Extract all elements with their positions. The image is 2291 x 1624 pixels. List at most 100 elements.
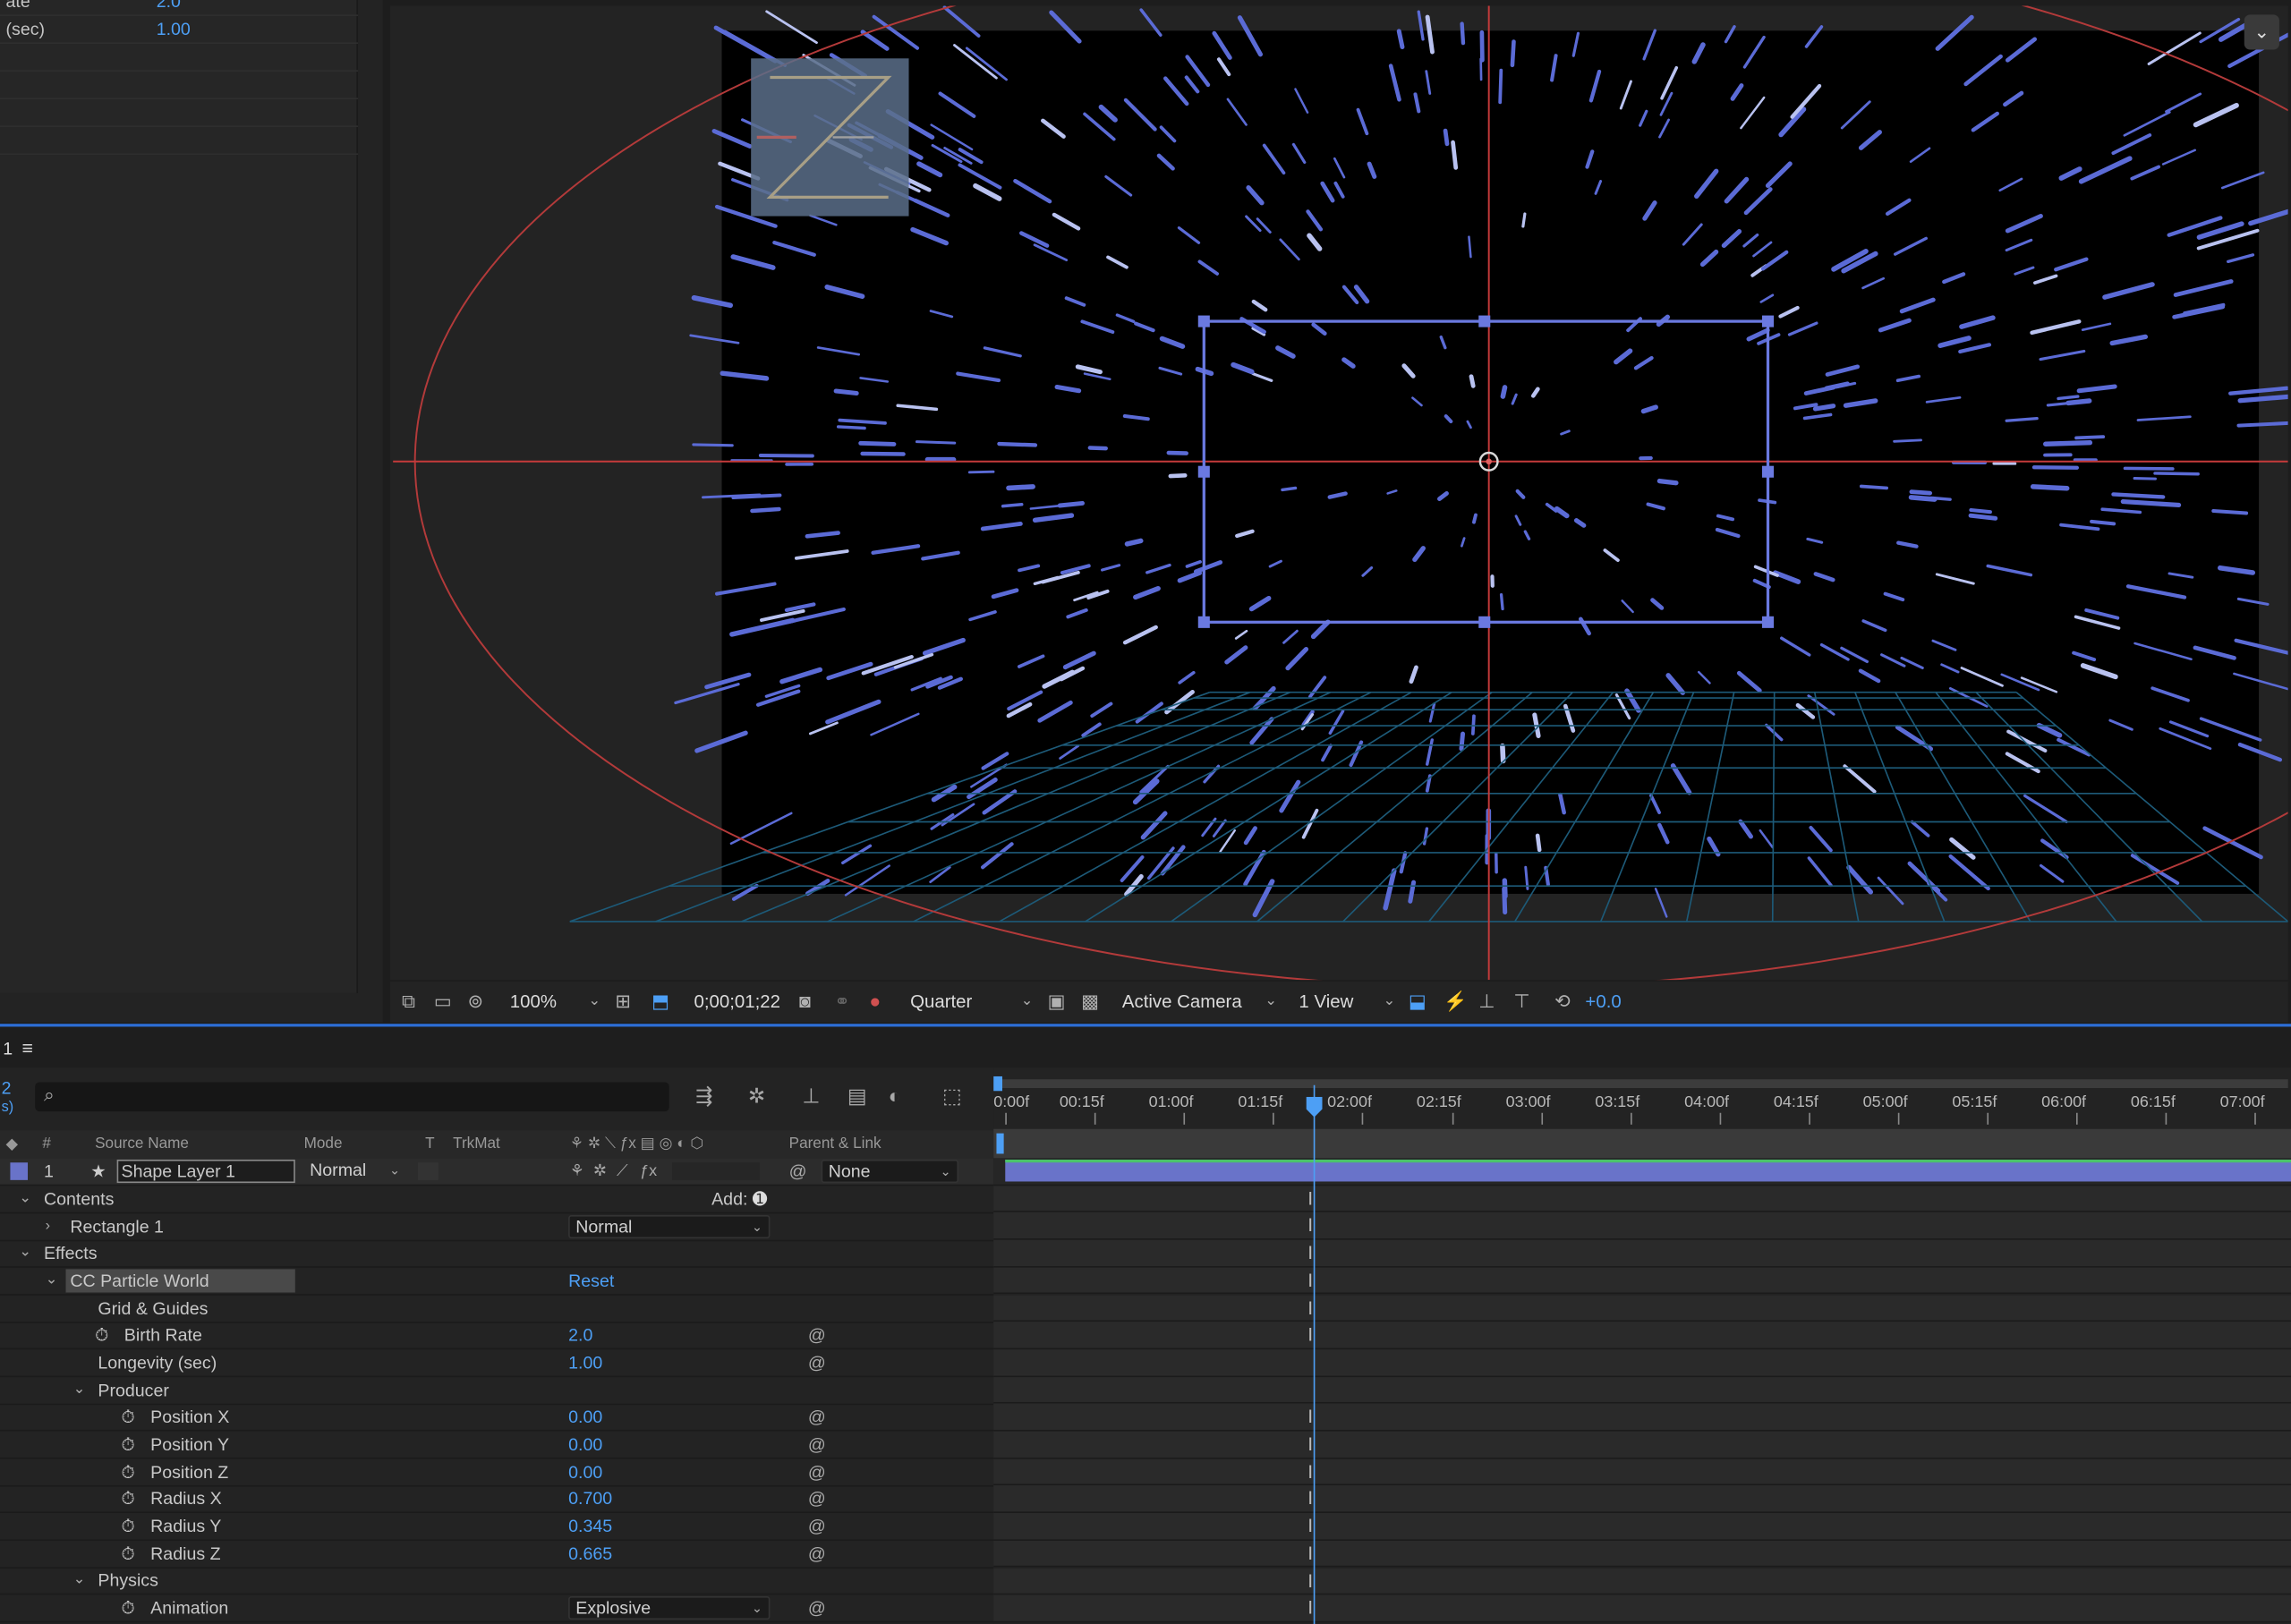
layer-row[interactable]: 1 ★ Shape Layer 1 Normal ⌄ ⚘ ✲ ⟋ ƒx @ No…	[0, 1158, 994, 1186]
flowchart-icon[interactable]: ⊤	[1513, 989, 1529, 1015]
property-row-position-x[interactable]: ⏱ Position X 0.00 @	[0, 1404, 994, 1432]
property-track[interactable]: I	[993, 1404, 2291, 1432]
twirl-down-icon[interactable]: ⌄	[46, 1268, 58, 1294]
current-time-indicator[interactable]	[1313, 1084, 1316, 1624]
property-track[interactable]: I	[993, 1594, 2291, 1623]
panel-menu-icon[interactable]: ≡	[21, 1037, 32, 1059]
property-row-grid-guides[interactable]: Grid & Guides	[0, 1296, 994, 1323]
property-track[interactable]: I	[993, 1185, 2291, 1213]
property-value[interactable]: 0.00	[568, 1459, 602, 1485]
camera-select[interactable]: Active Camera ⌄	[1116, 987, 1280, 1016]
channels-icon[interactable]: ●	[869, 989, 881, 1015]
3d-view-icon[interactable]: ⬓	[1409, 989, 1427, 1015]
fx-switch-icon[interactable]: ƒx	[640, 1158, 657, 1184]
property-track[interactable]: I	[993, 1322, 2291, 1349]
property-value[interactable]: 0.00	[568, 1432, 602, 1458]
layer-label-color[interactable]	[10, 1162, 29, 1180]
property-value[interactable]: 1.00	[568, 1349, 602, 1375]
quality-switch-icon[interactable]: ⟋	[617, 1158, 628, 1184]
navigator-start-handle[interactable]	[996, 1133, 1004, 1154]
property-track[interactable]: I	[993, 1267, 2291, 1295]
property-value[interactable]: 2.0	[568, 1322, 592, 1348]
current-time-display[interactable]: 0;00;01;22	[688, 987, 790, 1016]
property-row-radius-y[interactable]: ⏱ Radius Y 0.345 @	[0, 1513, 994, 1541]
twirl-right-icon[interactable]: ›	[46, 1213, 50, 1239]
property-track[interactable]: I	[993, 1431, 2291, 1459]
stopwatch-icon[interactable]: ⏱	[95, 1322, 108, 1348]
layer-name-field[interactable]: Shape Layer 1	[116, 1159, 295, 1184]
expression-pickwhip-icon[interactable]: @	[808, 1541, 826, 1567]
fx-row-value[interactable]: 1.00	[157, 16, 191, 44]
property-value[interactable]: 0.00	[568, 1404, 602, 1430]
zoom-select[interactable]: 100% ⌄	[504, 987, 603, 1016]
property-track[interactable]: I	[993, 1513, 2291, 1541]
property-value[interactable]: 0.665	[568, 1541, 612, 1567]
composition-viewer[interactable]: ⌄	[389, 5, 2288, 981]
property-value[interactable]: 0.700	[568, 1485, 612, 1511]
twirl-down-icon[interactable]: ⌄	[19, 1240, 31, 1266]
timeline-navigator-bar[interactable]	[993, 1128, 2291, 1159]
property-row-radius-x[interactable]: ⏱ Radius X 0.700 @	[0, 1485, 994, 1513]
stopwatch-icon[interactable]: ⏱	[122, 1594, 135, 1620]
work-area-start-handle[interactable]	[993, 1076, 1002, 1092]
property-track[interactable]: I	[993, 1212, 2291, 1240]
region-of-interest-icon[interactable]: ▣	[1048, 989, 1066, 1015]
reset-exposure-icon[interactable]: ⟲	[1554, 989, 1571, 1015]
composition-flowchart-icon[interactable]: ⇶	[695, 1084, 712, 1109]
property-track[interactable]	[993, 1376, 2291, 1405]
property-row-physics[interactable]: ⌄ Physics	[0, 1567, 994, 1594]
timeline-search-input[interactable]: ⌕	[35, 1082, 669, 1112]
property-row-producer[interactable]: ⌄ Producer	[0, 1377, 994, 1405]
stopwatch-icon[interactable]: ⏱	[122, 1485, 135, 1511]
property-row-birth-rate[interactable]: ⏱ Birth Rate 2.0 @	[0, 1322, 994, 1349]
reset-link[interactable]: Reset	[568, 1268, 614, 1294]
monitor-icon[interactable]: ▭	[434, 989, 452, 1015]
fast-previews-icon[interactable]: ⚡	[1444, 989, 1467, 1015]
exposure-value[interactable]: +0.0	[1580, 987, 1638, 1016]
parent-select[interactable]: None ⌄	[821, 1159, 959, 1184]
property-value[interactable]: 0.345	[568, 1513, 612, 1539]
property-row-effect[interactable]: ⌄ CC Particle World Reset	[0, 1268, 994, 1296]
shy-layers-icon[interactable]: ⊥	[802, 1084, 820, 1109]
stopwatch-icon[interactable]: ⏱	[122, 1459, 135, 1485]
timeline-icon[interactable]: ⊥	[1478, 989, 1495, 1015]
property-track[interactable]: I	[993, 1239, 2291, 1268]
property-row-animation[interactable]: ⏱ Animation Explosive ⌄ @	[0, 1594, 994, 1622]
show-snapshot-icon[interactable]: ⚭	[834, 989, 850, 1015]
graph-editor-icon[interactable]: ⬚	[942, 1084, 962, 1109]
transparency-grid-icon[interactable]: ▩	[1081, 989, 1099, 1015]
property-track[interactable]	[993, 1349, 2291, 1377]
property-row-radius-z[interactable]: ⏱ Radius Z 0.665 @	[0, 1541, 994, 1569]
viewer-menu-icon[interactable]: ⌄	[2244, 14, 2279, 50]
property-track[interactable]: I	[993, 1568, 2291, 1595]
property-row-position-z[interactable]: ⏱ Position Z 0.00 @	[0, 1459, 994, 1487]
expression-pickwhip-icon[interactable]: @	[808, 1485, 826, 1511]
collapse-switch-icon[interactable]: ✲	[593, 1158, 607, 1184]
timeline-tab-label[interactable]: 1	[3, 1039, 13, 1059]
expression-pickwhip-icon[interactable]: @	[808, 1349, 826, 1375]
expression-pickwhip-icon[interactable]: @	[808, 1432, 826, 1458]
draft-3d-icon[interactable]: ✲	[748, 1084, 765, 1109]
property-track[interactable]: I	[993, 1458, 2291, 1486]
add-arrow-icon[interactable]: ➊	[753, 1186, 767, 1212]
trkmat-box[interactable]	[417, 1162, 439, 1180]
property-row-longevity[interactable]: Longevity (sec) 1.00 @	[0, 1349, 994, 1377]
effect-name[interactable]: CC Particle World	[65, 1269, 295, 1293]
timeline-graph[interactable]: 0:00f 00:15f 01:00f 01:15f 02:00f 02:15f 03:00…	[993, 1067, 2291, 1624]
twirl-down-icon[interactable]: ⌄	[19, 1186, 31, 1212]
safe-margins-icon[interactable]: ⊞	[615, 989, 631, 1015]
animation-select[interactable]: Explosive ⌄	[568, 1596, 771, 1620]
stopwatch-icon[interactable]: ⏱	[122, 1541, 135, 1567]
layer-track[interactable]	[993, 1158, 2291, 1186]
pickwhip-icon[interactable]: @	[789, 1158, 807, 1184]
stopwatch-icon[interactable]: ⏱	[122, 1404, 135, 1430]
twirl-down-icon[interactable]: ⌄	[73, 1567, 86, 1593]
expression-pickwhip-icon[interactable]: @	[808, 1459, 826, 1485]
motion-blur-icon[interactable]: ◐	[889, 1084, 901, 1107]
vr-mask-icon[interactable]: ⊚	[467, 989, 483, 1015]
camera-snapshot-icon[interactable]: ◙	[799, 989, 811, 1015]
property-row-rectangle[interactable]: › Rectangle 1 Normal ⌄	[0, 1213, 994, 1241]
property-track[interactable]: I	[993, 1540, 2291, 1569]
always-preview-icon[interactable]: ⧉	[402, 989, 415, 1015]
property-row-contents[interactable]: ⌄ Contents Add: ➊	[0, 1186, 994, 1213]
